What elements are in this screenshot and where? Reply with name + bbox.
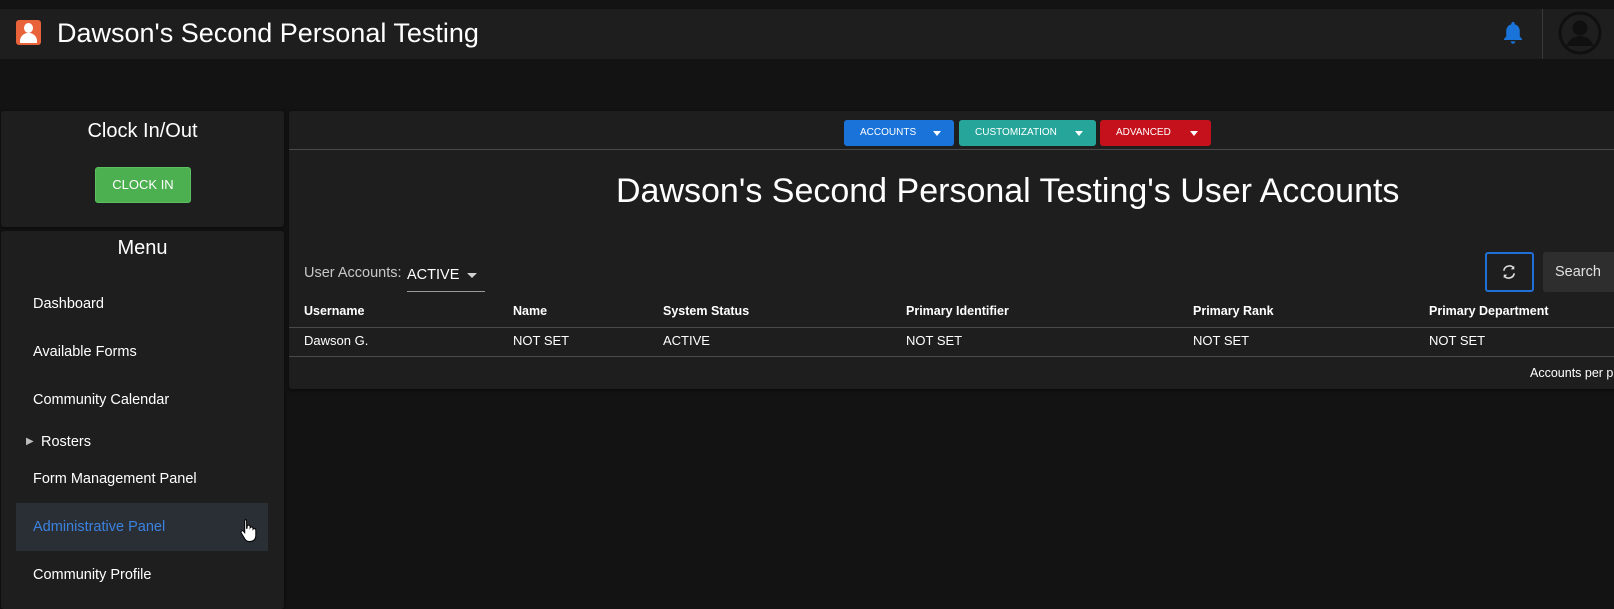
column-header-primary-identifier[interactable]: Primary Identifier — [906, 304, 1009, 318]
column-header-system-status[interactable]: System Status — [663, 304, 749, 318]
table-row-divider — [289, 356, 1614, 357]
clock-title: Clock In/Out — [87, 120, 198, 142]
sidebar-item-form-management-panel[interactable]: Form Management Panel — [16, 455, 268, 503]
account-status-select[interactable]: ACTIVE — [407, 258, 485, 292]
header-divider — [1542, 9, 1543, 59]
sidebar-item-available-forms[interactable]: Available Forms — [16, 328, 268, 376]
sidebar-item-community-calendar[interactable]: Community Calendar — [16, 376, 268, 424]
caret-down-icon — [1075, 131, 1083, 136]
accounts-dropdown-button[interactable]: ACCOUNTS — [844, 120, 954, 146]
caret-down-icon — [1190, 131, 1198, 136]
table-header-divider — [289, 327, 1614, 328]
advanced-dropdown-button[interactable]: ADVANCED — [1100, 120, 1211, 146]
hand-cursor-icon — [240, 519, 257, 542]
accounts-per-page-label: Accounts per p — [1530, 366, 1614, 380]
page-title: Dawson's Second Personal Testing's User … — [616, 172, 1400, 210]
cell-primary-rank: NOT SET — [1193, 333, 1250, 348]
menu-title: Menu — [117, 237, 168, 259]
column-header-primary-rank[interactable]: Primary Rank — [1193, 304, 1274, 318]
main-panel: ACCOUNTS CUSTOMIZATION ADVANCED Dawson's… — [289, 111, 1614, 389]
refresh-icon — [1502, 265, 1516, 279]
user-avatar-icon[interactable] — [1558, 11, 1602, 55]
cell-system-status: ACTIVE — [663, 333, 710, 348]
clock-in-button[interactable]: CLOCK IN — [95, 167, 191, 203]
customization-dropdown-button[interactable]: CUSTOMIZATION — [959, 120, 1096, 146]
column-header-username[interactable]: Username — [304, 304, 364, 318]
clock-panel: Clock In/Out CLOCK IN — [1, 111, 284, 227]
cell-username: Dawson G. — [304, 333, 369, 348]
toolbar-divider — [289, 149, 1614, 150]
caret-down-icon — [467, 273, 477, 278]
cell-primary-identifier: NOT SET — [906, 333, 963, 348]
sidebar-item-administrative-panel[interactable]: Administrative Panel — [16, 503, 268, 551]
cell-name: NOT SET — [513, 333, 570, 348]
bell-icon[interactable] — [1499, 19, 1527, 47]
sidebar-item-dashboard[interactable]: Dashboard — [16, 280, 268, 328]
caret-down-icon — [933, 131, 941, 136]
top-bar: Dawson's Second Personal Testing — [0, 9, 1614, 59]
refresh-button[interactable] — [1485, 252, 1534, 292]
sidebar-item-community-profile[interactable]: Community Profile — [16, 551, 268, 599]
column-header-primary-department[interactable]: Primary Department — [1429, 304, 1549, 318]
cell-primary-department: NOT SET — [1429, 333, 1486, 348]
column-header-name[interactable]: Name — [513, 304, 547, 318]
search-button[interactable]: Search — [1543, 252, 1614, 292]
app-title[interactable]: Dawson's Second Personal Testing — [57, 18, 479, 49]
app-logo-icon[interactable] — [16, 20, 41, 45]
filter-label: User Accounts: — [304, 265, 402, 281]
